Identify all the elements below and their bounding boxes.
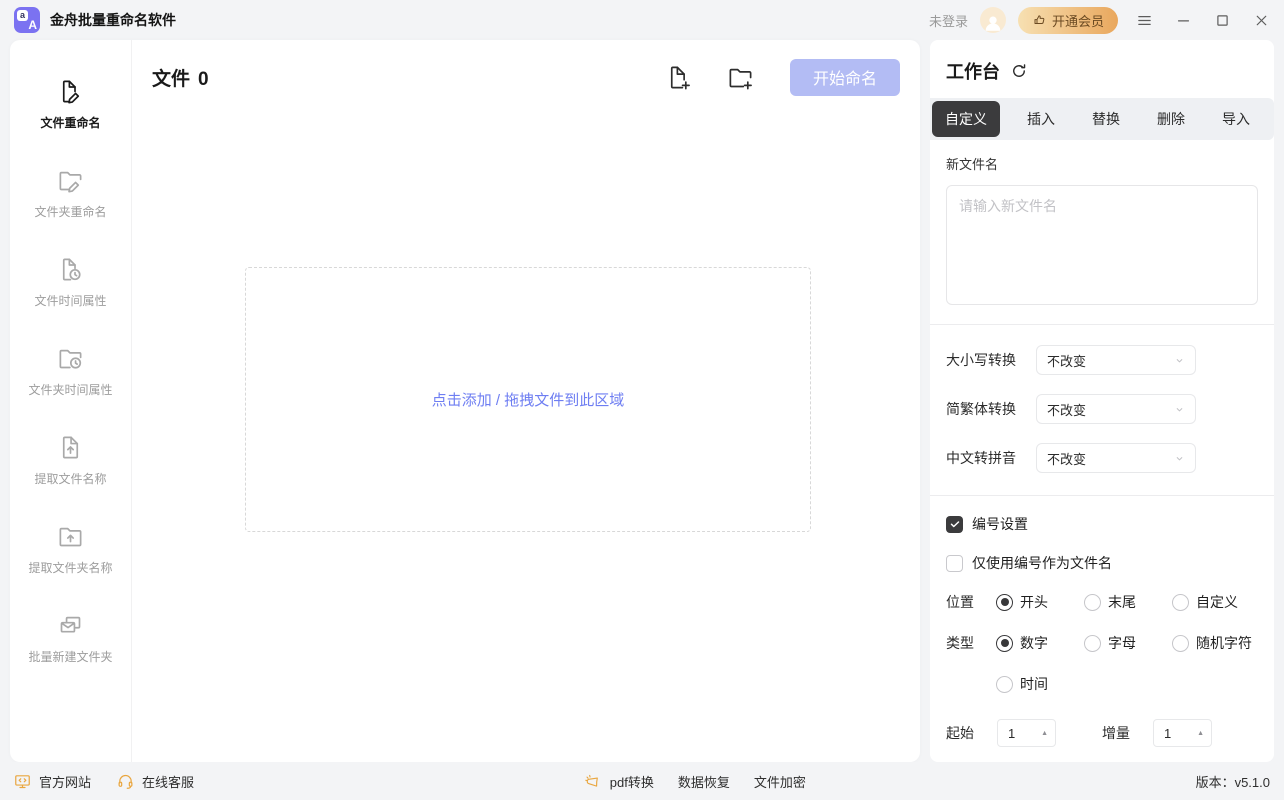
version-label: 版本：v5.1.0 — [1196, 772, 1270, 791]
file-rename-icon — [57, 78, 84, 105]
tab-insert[interactable]: 插入 — [1017, 101, 1065, 137]
promo-data-recovery[interactable]: 数据恢复 — [678, 772, 730, 791]
sidebar-item-batch-new-folder[interactable]: 批量新建文件夹 — [10, 594, 131, 683]
workbench-title: 工作台 — [946, 58, 1000, 84]
workbench-panel: 工作台 自定义 插入 替换 删除 导入 新文件名 大小写转换 不改变 简繁体转换… — [930, 40, 1274, 762]
only-number-label: 仅使用编号作为文件名 — [972, 553, 1112, 573]
type-label: 类型 — [946, 633, 996, 653]
megaphone-icon — [584, 773, 601, 790]
close-icon[interactable] — [1253, 12, 1270, 29]
promo-pdf-convert[interactable]: pdf转换 — [610, 772, 654, 791]
pinyin-convert-label: 中文转拼音 — [946, 448, 1036, 468]
titlebar: aA 金舟批量重命名软件 未登录 开通会员 — [0, 0, 1284, 40]
person-icon — [982, 11, 1004, 33]
type-option-time[interactable]: 时间 — [996, 674, 1084, 694]
chevron-down-icon — [1174, 453, 1185, 464]
radio-icon — [1084, 594, 1101, 611]
main-card: 文件重命名 文件夹重命名 文件时间属性 文件夹时间属性 提取文件名称 — [10, 40, 920, 762]
new-filename-section: 新文件名 — [930, 140, 1274, 324]
type-option-letter[interactable]: 字母 — [1084, 633, 1172, 653]
conversion-section: 大小写转换 不改变 简繁体转换 不改变 中文转拼音 不改变 — [930, 325, 1274, 495]
thumb-up-icon — [1032, 13, 1047, 28]
numbering-section: 编号设置 仅使用编号作为文件名 位置 开头 末尾 自定义 类型 — [930, 496, 1274, 761]
new-filename-input[interactable] — [946, 185, 1258, 305]
position-option-custom[interactable]: 自定义 — [1172, 592, 1260, 612]
sidebar-item-extract-folder-name[interactable]: 提取文件夹名称 — [10, 505, 131, 594]
add-folder-button[interactable] — [727, 64, 754, 91]
maximize-icon[interactable] — [1214, 12, 1231, 29]
increment-label: 增量 — [1102, 723, 1136, 743]
file-list-area: 文件 0 开始命名 点击添加 / 拖拽文件到此区域 — [132, 40, 920, 762]
radio-icon — [1172, 635, 1189, 652]
radio-icon — [1084, 635, 1101, 652]
avatar[interactable] — [980, 7, 1006, 33]
login-status[interactable]: 未登录 — [929, 11, 968, 30]
start-rename-button[interactable]: 开始命名 — [790, 59, 900, 96]
check-icon — [949, 518, 961, 530]
open-membership-button[interactable]: 开通会员 — [1018, 7, 1118, 34]
monitor-icon — [14, 773, 31, 790]
folder-time-icon — [57, 345, 84, 372]
new-filename-label: 新文件名 — [946, 154, 1258, 173]
sidebar-item-folder-time[interactable]: 文件夹时间属性 — [10, 327, 131, 416]
traditional-convert-label: 简繁体转换 — [946, 399, 1036, 419]
minimize-icon[interactable] — [1175, 12, 1192, 29]
type-option-random[interactable]: 随机字符 — [1172, 633, 1260, 653]
increment-stepper[interactable]: 1 ▲ — [1153, 719, 1212, 747]
sidebar-item-extract-file-name[interactable]: 提取文件名称 — [10, 416, 131, 505]
numbering-enable-checkbox[interactable] — [946, 516, 963, 533]
refresh-icon[interactable] — [1010, 62, 1028, 80]
extract-file-name-icon — [57, 434, 84, 461]
tab-import[interactable]: 导入 — [1212, 101, 1260, 137]
radio-icon — [996, 676, 1013, 693]
pinyin-convert-select[interactable]: 不改变 — [1036, 443, 1196, 473]
tab-custom[interactable]: 自定义 — [932, 101, 1000, 137]
sidebar: 文件重命名 文件夹重命名 文件时间属性 文件夹时间属性 提取文件名称 — [10, 40, 132, 762]
spinner-up-icon[interactable]: ▲ — [1041, 730, 1048, 737]
only-number-checkbox[interactable] — [946, 555, 963, 572]
radio-selected-icon — [996, 635, 1013, 652]
radio-selected-icon — [996, 594, 1013, 611]
promo-file-encrypt[interactable]: 文件加密 — [754, 772, 806, 791]
position-option-start[interactable]: 开头 — [996, 592, 1084, 612]
numbering-enable-label: 编号设置 — [972, 514, 1028, 534]
start-number-label: 起始 — [946, 723, 980, 743]
folder-rename-icon — [57, 167, 84, 194]
radio-icon — [1172, 594, 1189, 611]
chevron-down-icon — [1174, 404, 1185, 415]
extract-folder-name-icon — [57, 523, 84, 550]
official-website-link[interactable]: 官方网站 — [14, 772, 91, 791]
workbench-tabbar: 自定义 插入 替换 删除 导入 — [930, 98, 1274, 140]
dropzone-hint: 点击添加 / 拖拽文件到此区域 — [432, 389, 625, 410]
case-convert-label: 大小写转换 — [946, 350, 1036, 370]
case-convert-select[interactable]: 不改变 — [1036, 345, 1196, 375]
tab-delete[interactable]: 删除 — [1147, 101, 1195, 137]
file-count-title: 文件 0 — [152, 64, 209, 91]
app-title: 金舟批量重命名软件 — [50, 10, 176, 30]
file-time-icon — [57, 256, 84, 283]
add-file-button[interactable] — [665, 64, 692, 91]
position-option-end[interactable]: 末尾 — [1084, 592, 1172, 612]
add-file-icon — [665, 64, 692, 91]
traditional-convert-select[interactable]: 不改变 — [1036, 394, 1196, 424]
sidebar-item-folder-rename[interactable]: 文件夹重命名 — [10, 149, 131, 238]
file-count: 0 — [198, 69, 209, 91]
batch-new-folder-icon — [57, 612, 84, 639]
footer-promos: pdf转换 数据恢复 文件加密 — [584, 772, 806, 791]
headset-icon — [117, 773, 134, 790]
sidebar-item-file-rename[interactable]: 文件重命名 — [10, 60, 131, 149]
tab-replace[interactable]: 替换 — [1082, 101, 1130, 137]
sidebar-item-file-time[interactable]: 文件时间属性 — [10, 238, 131, 327]
menu-icon[interactable] — [1136, 12, 1153, 29]
spinner-up-icon[interactable]: ▲ — [1197, 730, 1204, 737]
app-logo-icon: aA — [14, 7, 40, 33]
footer: 官方网站 在线客服 pdf转换 数据恢复 文件加密 版本：v5.1.0 — [0, 762, 1284, 800]
start-number-stepper[interactable]: 1 ▲ — [997, 719, 1056, 747]
add-folder-icon — [727, 64, 754, 91]
online-service-link[interactable]: 在线客服 — [117, 772, 194, 791]
type-option-number[interactable]: 数字 — [996, 633, 1084, 653]
chevron-down-icon — [1174, 355, 1185, 366]
position-label: 位置 — [946, 592, 996, 612]
file-dropzone[interactable]: 点击添加 / 拖拽文件到此区域 — [245, 267, 811, 532]
